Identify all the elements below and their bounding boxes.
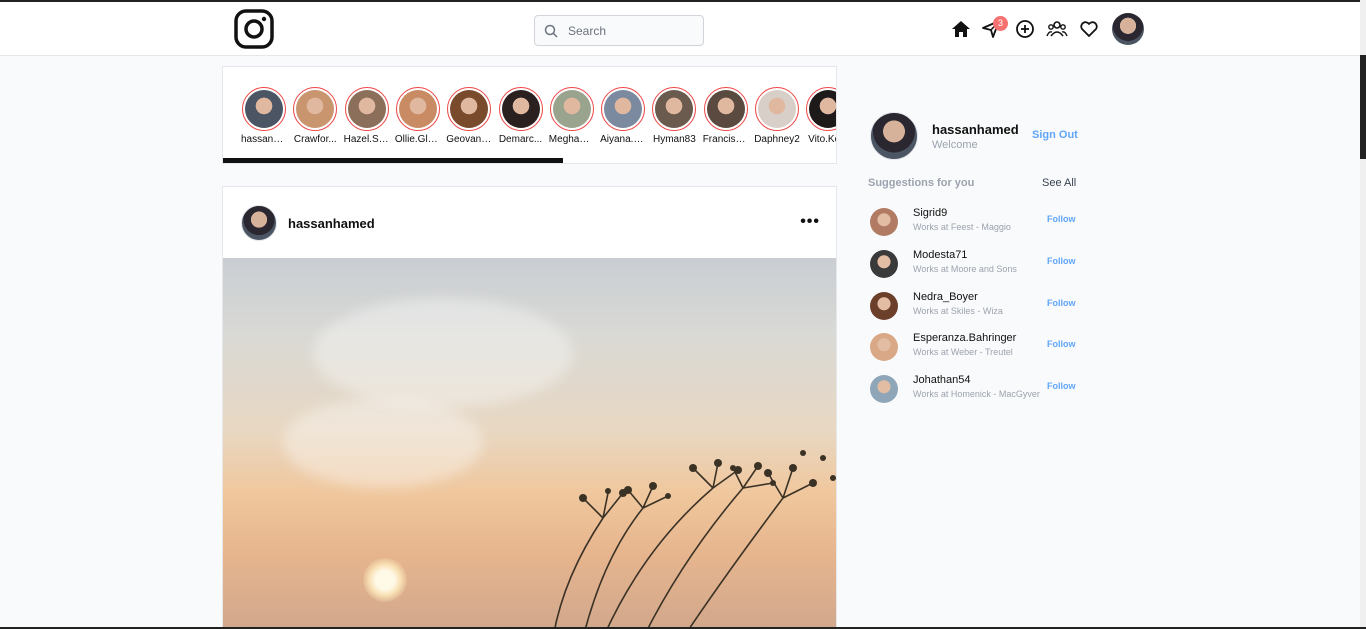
story-avatar bbox=[706, 90, 745, 128]
story-username: Ollie.Glei... bbox=[394, 134, 441, 145]
stories-scroll-indicator bbox=[223, 158, 563, 163]
story-avatar bbox=[501, 90, 540, 128]
story-username: Aiyana.C... bbox=[600, 134, 647, 145]
sign-out-button[interactable]: Sign Out bbox=[1032, 129, 1078, 141]
story-avatar bbox=[347, 90, 386, 128]
story-avatar bbox=[655, 90, 694, 128]
story-avatar bbox=[398, 90, 437, 128]
suggestion-username[interactable]: Johathan54 bbox=[913, 374, 971, 386]
story-item[interactable]: Daphney2 bbox=[754, 87, 800, 145]
home-icon[interactable] bbox=[950, 18, 972, 40]
see-all-link[interactable]: See All bbox=[1042, 177, 1076, 189]
story-item[interactable]: Hazel.Sa... bbox=[344, 87, 390, 145]
follow-button[interactable]: Follow bbox=[1047, 381, 1076, 391]
story-ring bbox=[242, 87, 286, 131]
follow-button[interactable]: Follow bbox=[1047, 298, 1076, 308]
suggestions-title: Suggestions for you bbox=[868, 177, 975, 189]
story-username: Hazel.Sa... bbox=[343, 134, 390, 145]
suggestion-username[interactable]: Modesta71 bbox=[913, 249, 967, 261]
story-username: Daphney2 bbox=[754, 134, 800, 145]
story-username: Meghan.... bbox=[548, 134, 595, 145]
suggestion-avatar[interactable] bbox=[870, 291, 898, 320]
post-options-button[interactable]: ••• bbox=[800, 213, 820, 231]
story-username: Geovann... bbox=[446, 134, 493, 145]
search-icon bbox=[544, 24, 558, 38]
story-item[interactable]: Meghan.... bbox=[549, 87, 595, 145]
post-author-avatar[interactable] bbox=[241, 205, 277, 241]
suggestion-username[interactable]: Esperanza.Bahringer bbox=[913, 332, 1016, 344]
suggestion-row: Esperanza.Bahringer Works at Weber - Treu… bbox=[870, 329, 1080, 365]
story-ring bbox=[395, 87, 440, 131]
post-card: hassanhamed ••• bbox=[222, 186, 837, 629]
add-post-icon[interactable] bbox=[1014, 18, 1036, 40]
suggestion-work: Works at Weber - Treutel bbox=[913, 347, 1013, 358]
post-image[interactable] bbox=[223, 258, 836, 629]
story-ring bbox=[447, 87, 492, 131]
search-input[interactable]: Search bbox=[534, 15, 704, 46]
suggestion-work: Works at Feest - Maggio bbox=[913, 222, 1011, 232]
suggestion-username[interactable]: Sigrid9 bbox=[913, 207, 947, 219]
instagram-logo-icon[interactable] bbox=[234, 9, 274, 49]
story-username: Hyman83 bbox=[652, 134, 696, 145]
search-placeholder: Search bbox=[568, 24, 607, 38]
story-ring bbox=[498, 87, 543, 131]
people-icon[interactable] bbox=[1046, 18, 1068, 40]
story-item[interactable]: Geovann... bbox=[446, 87, 492, 145]
story-item[interactable]: Vito.Ko... bbox=[805, 87, 836, 145]
suggestion-row: Johathan54 Works at Homenick - MacGyver Fo… bbox=[870, 371, 1080, 407]
story-avatar bbox=[809, 90, 836, 128]
suggestion-row: Sigrid9 Works at Feest - Maggio Follow bbox=[870, 204, 1080, 240]
story-avatar bbox=[450, 90, 489, 128]
story-item[interactable]: Ollie.Glei... bbox=[395, 87, 441, 145]
follow-button[interactable]: Follow bbox=[1047, 339, 1076, 349]
story-avatar bbox=[296, 90, 335, 128]
story-item[interactable]: Aiyana.C... bbox=[600, 87, 646, 145]
stories-bar: hassanh... Crawfor... Hazel.Sa... Ollie.Gle… bbox=[222, 66, 837, 164]
story-avatar bbox=[604, 90, 643, 128]
story-username: Crawfor... bbox=[293, 134, 337, 145]
follow-button[interactable]: Follow bbox=[1047, 214, 1076, 224]
top-nav-bar: Search 3 bbox=[0, 2, 1360, 56]
story-avatar bbox=[758, 90, 796, 128]
suggestion-row: Nedra_Boyer Works at Skiles - Wiza Follow bbox=[870, 288, 1080, 324]
story-username: Francis_... bbox=[702, 134, 749, 145]
story-ring bbox=[549, 87, 594, 131]
current-user-subtitle: Welcome bbox=[932, 139, 978, 151]
suggestion-work: Works at Homenick - MacGyver bbox=[913, 389, 1040, 400]
suggestion-avatar[interactable] bbox=[870, 375, 898, 404]
story-username: Vito.Ko... bbox=[808, 134, 836, 145]
story-item[interactable]: hassanh... bbox=[241, 87, 287, 145]
story-username: hassanh... bbox=[241, 134, 287, 145]
story-ring bbox=[601, 87, 646, 131]
story-ring bbox=[755, 87, 799, 131]
story-item[interactable]: Crawfor... bbox=[292, 87, 338, 145]
story-ring bbox=[652, 87, 697, 131]
suggestion-work: Works at Skiles - Wiza bbox=[913, 305, 1003, 316]
story-ring bbox=[293, 87, 338, 131]
current-user-avatar[interactable] bbox=[870, 112, 918, 160]
suggestion-avatar[interactable] bbox=[870, 249, 898, 278]
story-avatar bbox=[552, 90, 591, 128]
suggestion-work: Works at Moore and Sons bbox=[913, 263, 1017, 274]
heart-icon[interactable] bbox=[1078, 18, 1100, 40]
story-ring bbox=[344, 87, 389, 131]
story-username: Demarc... bbox=[498, 134, 543, 145]
plant-silhouette bbox=[553, 450, 836, 629]
suggestion-row: Modesta71 Works at Moore and Sons Follow bbox=[870, 246, 1080, 282]
story-ring bbox=[806, 87, 836, 131]
story-avatar bbox=[245, 90, 283, 128]
post-author-username[interactable]: hassanhamed bbox=[288, 216, 375, 231]
messages-count-badge: 3 bbox=[993, 16, 1008, 31]
story-item[interactable]: Demarc... bbox=[498, 87, 544, 145]
story-ring bbox=[703, 87, 748, 131]
current-user-name[interactable]: hassanhamed bbox=[932, 122, 1019, 137]
story-item[interactable]: Hyman83 bbox=[651, 87, 697, 145]
suggestion-avatar[interactable] bbox=[870, 333, 898, 362]
scrollbar-thumb[interactable] bbox=[1360, 55, 1366, 159]
profile-avatar[interactable] bbox=[1112, 13, 1144, 45]
story-item[interactable]: Francis_... bbox=[703, 87, 749, 145]
suggestion-username[interactable]: Nedra_Boyer bbox=[913, 291, 978, 303]
suggestion-avatar[interactable] bbox=[870, 208, 898, 236]
follow-button[interactable]: Follow bbox=[1047, 256, 1076, 266]
